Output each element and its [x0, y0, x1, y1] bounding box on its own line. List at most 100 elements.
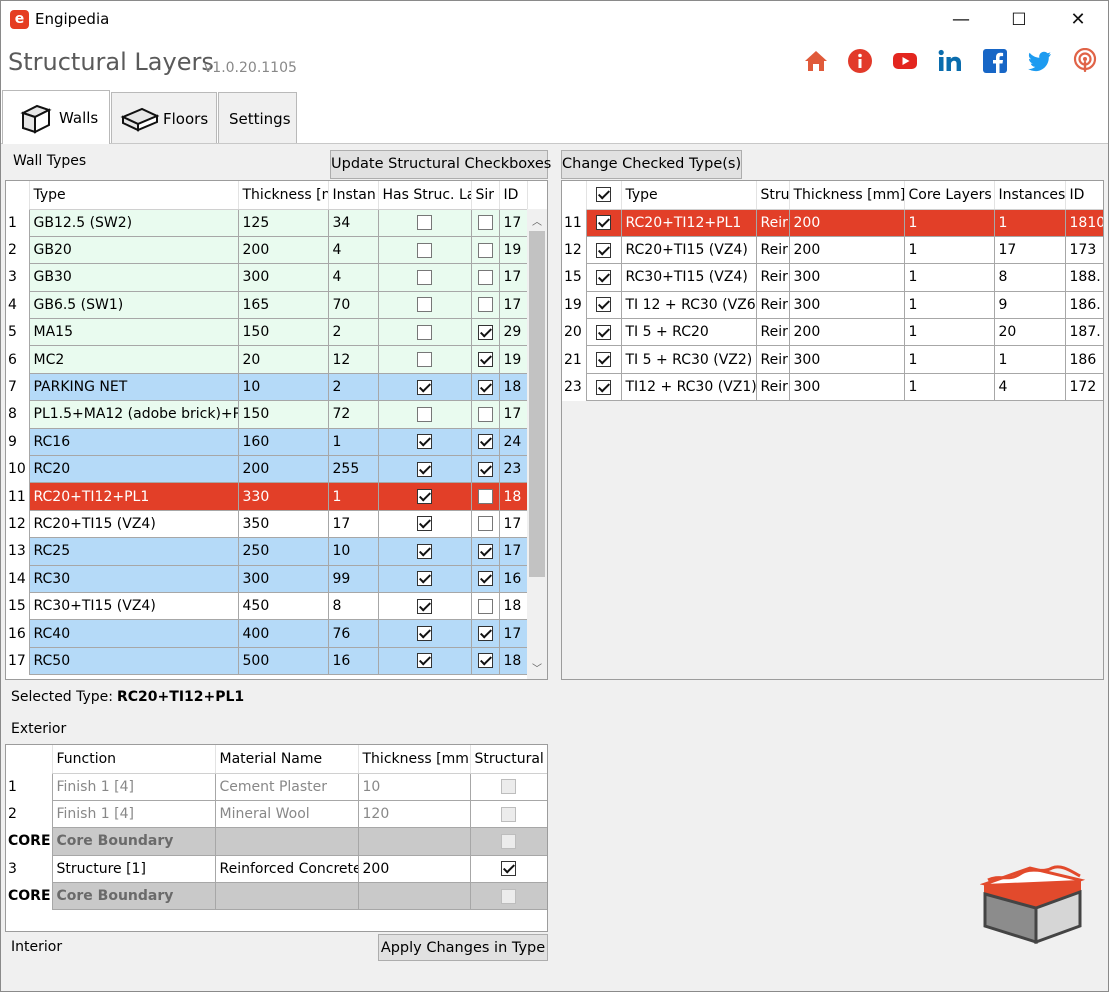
- type-cell[interactable]: RC40: [28, 619, 239, 648]
- sir-checkbox[interactable]: [477, 489, 493, 505]
- sir-checkbox[interactable]: [477, 434, 493, 450]
- sir-checkbox-cell[interactable]: [470, 509, 500, 539]
- col-thickness-header[interactable]: Thickness [n: [237, 181, 329, 210]
- id-cell[interactable]: 17: [498, 619, 528, 648]
- instances-cell[interactable]: 70: [327, 290, 379, 320]
- sir-checkbox-cell[interactable]: [470, 345, 500, 374]
- row-select-checkbox[interactable]: [596, 242, 611, 258]
- type-cell[interactable]: RC30+TI15 (VZ4): [28, 591, 239, 621]
- thickness-cell[interactable]: 10: [237, 372, 329, 402]
- instances-cell[interactable]: 10: [327, 537, 379, 566]
- id-cell[interactable]: 24: [498, 427, 528, 457]
- instances-cell[interactable]: 4: [993, 372, 1066, 402]
- instances-cell[interactable]: 2: [327, 318, 379, 347]
- thickness-cell[interactable]: 400: [237, 619, 329, 648]
- type-cell[interactable]: TI12 + RC30 (VZ1): [620, 372, 757, 402]
- has-struc-checkbox[interactable]: [417, 626, 432, 642]
- type-cell[interactable]: GB20: [28, 235, 239, 265]
- id-cell[interactable]: 17: [498, 509, 528, 539]
- function-cell[interactable]: Core Boundary: [51, 882, 216, 911]
- table-row[interactable]: 17 RC50 500 16 18: [6, 646, 528, 676]
- table-row[interactable]: 14 RC30 300 99 16: [6, 564, 528, 593]
- has-struc-checkbox-cell[interactable]: [377, 400, 472, 429]
- structural-checkbox[interactable]: [501, 861, 516, 877]
- instances-cell[interactable]: 76: [327, 619, 379, 648]
- material-cell[interactable]: Cement Plaster: [214, 772, 359, 801]
- instances-cell[interactable]: 8: [993, 263, 1066, 292]
- linkedin-icon[interactable]: [937, 48, 963, 74]
- type-cell[interactable]: PL1.5+MA12 (adobe brick)+Pl: [28, 400, 239, 429]
- instances-cell[interactable]: 4: [327, 263, 379, 292]
- sir-checkbox[interactable]: [477, 297, 493, 313]
- core-layers-cell[interactable]: 1: [903, 235, 995, 265]
- has-struc-checkbox-cell[interactable]: [377, 263, 472, 292]
- row-select-checkbox[interactable]: [596, 379, 611, 395]
- table-row[interactable]: 2 GB20 200 4 19: [6, 235, 528, 265]
- has-struc-checkbox-cell[interactable]: [377, 509, 472, 539]
- thickness-cell[interactable]: 500: [237, 646, 329, 676]
- id-cell[interactable]: 19: [498, 235, 528, 265]
- stru-cell[interactable]: Reir: [755, 235, 790, 265]
- close-button[interactable]: ✕: [1055, 6, 1101, 34]
- thickness-cell[interactable]: 200: [788, 318, 905, 347]
- sir-checkbox[interactable]: [477, 215, 493, 231]
- core-layers-cell[interactable]: 1: [903, 345, 995, 374]
- stru-cell[interactable]: Reir: [755, 372, 790, 402]
- material-cell[interactable]: [214, 882, 359, 911]
- has-struc-checkbox-cell[interactable]: [377, 619, 472, 648]
- row-select-checkbox[interactable]: [596, 215, 611, 231]
- id-cell[interactable]: 172: [1064, 372, 1103, 402]
- function-cell[interactable]: Core Boundary: [51, 827, 216, 856]
- stru-cell[interactable]: Reir: [755, 208, 790, 237]
- sir-checkbox-cell[interactable]: [470, 455, 500, 484]
- layer-row[interactable]: CORE Core Boundary: [6, 882, 547, 911]
- structural-checkbox-cell[interactable]: [469, 799, 547, 829]
- function-cell[interactable]: Finish 1 [4]: [51, 772, 216, 801]
- core-layers-cell[interactable]: 1: [903, 263, 995, 292]
- id-cell[interactable]: 17: [498, 263, 528, 292]
- thickness-cell[interactable]: 300: [237, 263, 329, 292]
- sir-checkbox-cell[interactable]: [470, 372, 500, 402]
- sir-checkbox[interactable]: [477, 543, 493, 559]
- type-cell[interactable]: RC25: [28, 537, 239, 566]
- id-cell[interactable]: 29: [498, 318, 528, 347]
- sir-checkbox[interactable]: [477, 516, 493, 532]
- id-cell[interactable]: 186: [1064, 345, 1103, 374]
- sir-checkbox-cell[interactable]: [470, 482, 500, 511]
- type-cell[interactable]: PARKING NET: [28, 372, 239, 402]
- scroll-up-icon[interactable]: ︿: [527, 213, 547, 228]
- thickness-cell[interactable]: 300: [788, 345, 905, 374]
- instances-cell[interactable]: 1: [993, 208, 1066, 237]
- row-select-checkbox[interactable]: [596, 297, 611, 313]
- material-cell[interactable]: Mineral Wool: [214, 799, 359, 829]
- facebook-icon[interactable]: [982, 48, 1008, 74]
- has-struc-checkbox-cell[interactable]: [377, 345, 472, 374]
- instances-cell[interactable]: 9: [993, 290, 1066, 320]
- thickness-cell[interactable]: 250: [237, 537, 329, 566]
- home-icon[interactable]: [803, 48, 829, 74]
- instances-cell[interactable]: 72: [327, 400, 379, 429]
- type-cell[interactable]: TI 5 + RC30 (VZ2): [620, 345, 757, 374]
- thickness-cell[interactable]: 300: [788, 372, 905, 402]
- has-struc-checkbox-cell[interactable]: [377, 591, 472, 621]
- col-id-header[interactable]: ID: [498, 181, 528, 210]
- layer-row[interactable]: 1 Finish 1 [4] Cement Plaster 10: [6, 772, 547, 801]
- thickness-cell[interactable]: 165: [237, 290, 329, 320]
- table-row[interactable]: 15 RC30+TI15 (VZ4) Reir 300 1 8 188.: [562, 263, 1103, 292]
- change-checked-types-button[interactable]: Change Checked Type(s): [561, 150, 742, 179]
- sir-checkbox[interactable]: [477, 626, 493, 642]
- has-struc-checkbox-cell[interactable]: [377, 564, 472, 593]
- type-cell[interactable]: RC50: [28, 646, 239, 676]
- structural-checkbox-cell[interactable]: [469, 854, 547, 884]
- table-row[interactable]: 20 TI 5 + RC20 Reir 200 1 20 187.: [562, 318, 1103, 347]
- table-row[interactable]: 12 RC20+TI15 (VZ4) Reir 200 1 17 173: [562, 235, 1103, 265]
- instances-cell[interactable]: 1: [327, 482, 379, 511]
- id-cell[interactable]: 188.: [1064, 263, 1103, 292]
- type-cell[interactable]: GB6.5 (SW1): [28, 290, 239, 320]
- row-select-checkbox-cell[interactable]: [585, 208, 622, 237]
- thickness-cell[interactable]: 150: [237, 400, 329, 429]
- maximize-button[interactable]: ☐: [996, 6, 1042, 34]
- col-structural-header[interactable]: Structural: [469, 745, 547, 774]
- row-select-checkbox-cell[interactable]: [585, 235, 622, 265]
- wall-types-scrollbar[interactable]: ︿ ﹀: [527, 209, 547, 679]
